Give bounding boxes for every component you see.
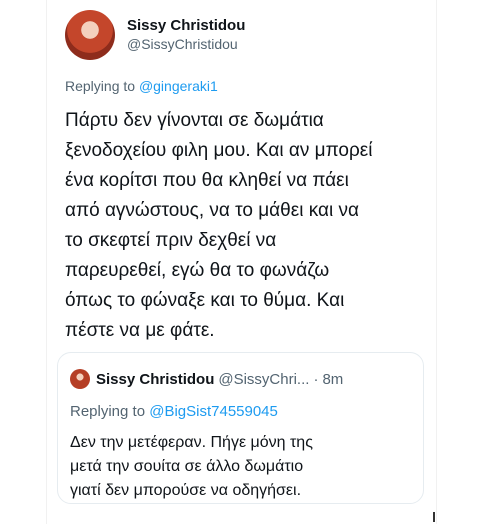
quoted-author-handle[interactable]: @SissyChri... [218,371,309,388]
tweet-card: Sissy Christidou @SissyChristidou Replyi… [47,0,436,524]
main-tweet: Sissy Christidou @SissyChristidou Replyi… [65,10,425,346]
tweet-text-line: όπως το φώναξε και το θύμα. Και [65,290,345,311]
tweet-text-line: πέστε να με φάτε. [65,320,215,341]
author-name[interactable]: Sissy Christidou [127,17,245,35]
tweet-header: Sissy Christidou @SissyChristidou [65,10,425,60]
tweet-text-line: ξενοδοχείου φιλη μου. Και αν μπορεί [65,140,373,161]
separator-dot: · [313,370,319,388]
quoted-author-name[interactable]: Sissy Christidou [96,371,214,388]
quoted-text-line: γιατί δεν μπορούσε να οδηγήσει. [70,482,302,499]
replying-prefix: Replying to [65,78,136,94]
tweet-text-line: το σκεφτεί πριν δεχθεί να [65,230,277,251]
quoted-text-line: μετά την σουίτα σε άλλο δωμάτιο [70,458,304,475]
replying-to: Replying to @gingeraki1 [65,78,425,94]
tweet-text-line: Πάρτυ δεν γίνονται σε δωμάτια [65,110,324,131]
quoted-replying-prefix: Replying to [70,403,146,420]
quoted-replying-to-link[interactable]: @BigSist74559045 [149,403,278,420]
tweet-text-line: από αγνώστους, να το μάθει και να [65,200,359,221]
quoted-replying-to: Replying to @BigSist74559045 [70,403,278,420]
quoted-avatar[interactable] [70,369,90,389]
quoted-text-line: Δεν την μετέφεραν. Πήγε μόνη της [70,434,313,451]
quoted-timestamp[interactable]: 8m [322,371,343,388]
quoted-text: Δεν την μετέφεραν. Πήγε μόνη της μετά τη… [70,431,410,503]
tweet-text-line: ένα κορίτσι που θα κληθεί να πάει [65,170,349,191]
tweet-text-line: παρευρεθεί, εγώ θα το φωνάζω [65,260,330,281]
quoted-tweet[interactable]: Sissy Christidou @SissyChri... · 8m Repl… [57,352,424,504]
author-handle[interactable]: @SissyChristidou [127,35,245,53]
quoted-header: Sissy Christidou @SissyChri... · 8m [70,369,343,389]
author-info: Sissy Christidou @SissyChristidou [127,17,245,53]
scroll-indicator[interactable] [433,512,435,522]
avatar[interactable] [65,10,115,60]
tweet-text: Πάρτυ δεν γίνονται σε δωμάτια ξενοδοχείο… [65,106,415,346]
replying-to-link[interactable]: @gingeraki1 [139,78,218,94]
